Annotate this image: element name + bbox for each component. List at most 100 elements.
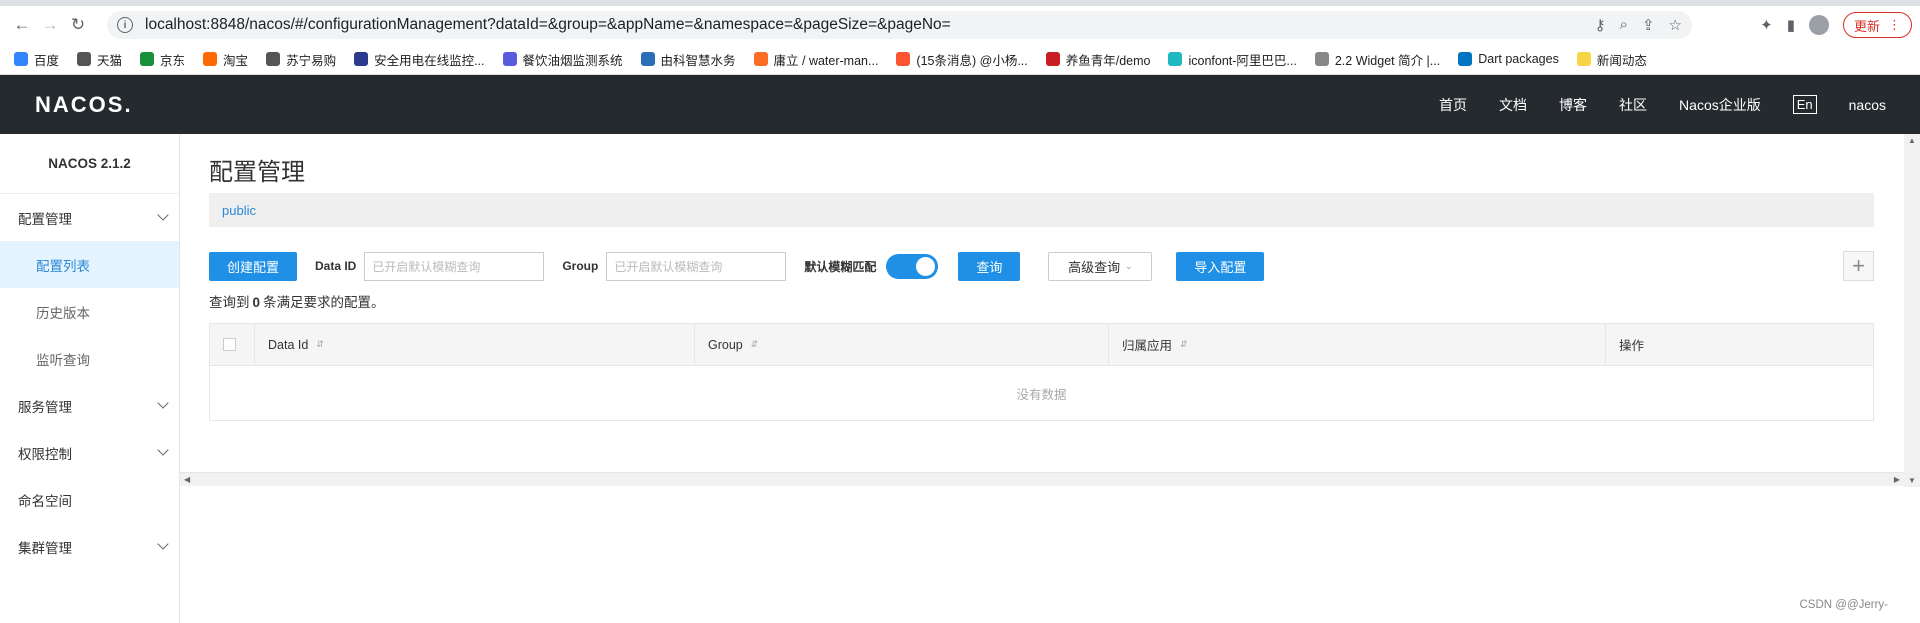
bookmark-label: Dart packages (1478, 52, 1559, 66)
result-suffix: 条满足要求的配置。 (263, 295, 385, 310)
sidebar: NACOS 2.1.2 配置管理 配置列表 历史版本 监听查询 服务管理 权限控… (0, 134, 180, 623)
bookmark-item[interactable]: 安全用电在线监控... (354, 50, 485, 69)
toggle-knob (916, 256, 936, 276)
sidebar-item-listener-query[interactable]: 监听查询 (0, 335, 179, 382)
sidebar-item-label: 集群管理 (18, 540, 72, 556)
bookmark-icon (77, 52, 92, 66)
profile-avatar[interactable] (1808, 15, 1829, 35)
update-button[interactable]: 更新 ⋮ (1842, 12, 1912, 38)
bookmark-label: 餐饮油烟监测系统 (522, 53, 623, 68)
import-config-button[interactable]: 导入配置 (1176, 251, 1265, 281)
address-bar[interactable]: i localhost:8848/nacos/#/configurationMa… (107, 11, 1692, 39)
create-config-button[interactable]: 创建配置 (209, 251, 297, 281)
bookmark-label: (15条消息) @小杨... (916, 53, 1028, 68)
bookmark-icon (1576, 52, 1591, 66)
bookmark-item[interactable]: 2.2 Widget 简介 |... (1314, 50, 1440, 69)
forward-icon[interactable]: → (36, 11, 64, 39)
back-icon[interactable]: ← (8, 11, 36, 39)
group-input[interactable]: 已开启默认模糊查询 (606, 251, 787, 281)
column-app[interactable]: 归属应用 ⇵ (1109, 323, 1606, 366)
bookmark-item[interactable]: 苏宁易购 (266, 50, 336, 69)
nav-community[interactable]: 社区 (1619, 95, 1647, 115)
bookmark-item[interactable]: 百度 (14, 50, 59, 69)
chevron-down-icon (157, 397, 169, 409)
plus-icon[interactable]: + (1843, 251, 1874, 281)
toolbar-right: ✦ ▮ 更新 ⋮ (1760, 12, 1912, 38)
sidebar-item-config-list[interactable]: 配置列表 (0, 241, 179, 288)
bookmark-label: 养鱼青年/demo (1065, 53, 1151, 68)
select-all-checkbox[interactable] (223, 338, 236, 351)
vertical-scrollbar[interactable]: ▲ ▼ (1904, 134, 1920, 487)
bookmark-item[interactable]: 餐饮油烟监测系统 (502, 50, 623, 69)
scroll-left-icon[interactable]: ◀ (184, 475, 190, 484)
bookmark-item[interactable]: 养鱼青年/demo (1045, 50, 1151, 69)
sidebar-version: NACOS 2.1.2 (0, 134, 179, 194)
fuzzy-match-toggle[interactable] (886, 253, 939, 279)
sidebar-item-label: 监听查询 (36, 352, 90, 368)
sidebar-item-service-management[interactable]: 服务管理 (0, 382, 179, 429)
sidebar-item-namespace[interactable]: 命名空间 (0, 476, 179, 523)
bookmark-item[interactable]: 由科智慧水务 (640, 50, 736, 69)
user-menu[interactable]: nacos (1849, 97, 1886, 113)
language-switch[interactable]: En (1792, 95, 1817, 114)
column-dataid[interactable]: Data Id ⇵ (255, 323, 695, 366)
bookmark-label: iconfont-阿里巴巴... (1188, 53, 1297, 68)
bookmark-item[interactable]: 天猫 (77, 50, 122, 69)
scroll-right-icon[interactable]: ▶ (1894, 475, 1900, 484)
sort-icon[interactable]: ⇵ (1180, 339, 1188, 350)
bookmark-item[interactable]: 京东 (140, 50, 185, 69)
nav-docs[interactable]: 文档 (1499, 95, 1527, 115)
bookmark-item[interactable]: 庸立 / water-man... (753, 50, 879, 69)
share-icon[interactable]: ⇪ (1642, 16, 1655, 34)
reload-icon[interactable]: ↻ (64, 11, 92, 39)
sidebar-item-cluster-management[interactable]: 集群管理 (0, 523, 179, 570)
dataid-input[interactable]: 已开启默认模糊查询 (364, 251, 545, 281)
sidebar-item-label: 配置列表 (36, 258, 90, 274)
sidebar-item-label: 历史版本 (36, 305, 90, 321)
watermark: CSDN @@Jerry- (1799, 599, 1888, 611)
bookmark-label: 由科智慧水务 (660, 53, 736, 68)
chevron-down-icon (157, 444, 169, 456)
sidebar-item-config-management[interactable]: 配置管理 (0, 194, 179, 241)
bookmark-item[interactable]: 新闻动态 (1576, 50, 1647, 69)
site-info-icon[interactable]: i (117, 17, 133, 33)
star-icon[interactable]: ☆ (1669, 16, 1682, 34)
namespace-public[interactable]: public (222, 203, 256, 218)
sort-icon[interactable]: ⇵ (316, 339, 324, 350)
bookmark-item[interactable]: iconfont-阿里巴巴... (1168, 50, 1297, 69)
nav-blog[interactable]: 博客 (1559, 95, 1587, 115)
scroll-down-icon[interactable]: ▼ (1908, 476, 1916, 485)
advanced-query-button[interactable]: 高级查询 ⌄ (1048, 251, 1153, 281)
dataid-label: Data ID (315, 259, 357, 273)
menu-icon: ⋮ (1888, 17, 1901, 32)
nacos-logo[interactable]: NACOS. (35, 92, 133, 118)
nav-home[interactable]: 首页 (1439, 95, 1467, 115)
key-icon[interactable]: ⚷ (1595, 16, 1606, 34)
namespace-bar: public (209, 193, 1874, 227)
nav-enterprise[interactable]: Nacos企业版 (1679, 95, 1761, 115)
column-group[interactable]: Group ⇵ (695, 323, 1109, 366)
sidebar-item-label: 配置管理 (18, 211, 72, 227)
sidebar-item-label: 命名空间 (18, 493, 72, 509)
side-panel-icon[interactable]: ▮ (1787, 16, 1795, 34)
select-all-cell (210, 323, 255, 366)
result-prefix: 查询到 (209, 295, 250, 310)
bookmark-item[interactable]: Dart packages (1458, 52, 1559, 66)
sort-icon[interactable]: ⇵ (751, 339, 759, 350)
horizontal-scrollbar[interactable]: ◀ ▶ (180, 472, 1904, 486)
omnibox-actions: ⚷ ⌕ ⇪ ☆ (1595, 16, 1682, 34)
bookmark-item[interactable]: (15条消息) @小杨... (896, 50, 1028, 69)
header-nav: 首页 文档 博客 社区 Nacos企业版 En nacos (1407, 95, 1886, 115)
bookmark-label: 庸立 / water-man... (773, 53, 879, 68)
bookmark-item[interactable]: 淘宝 (203, 50, 248, 69)
sidebar-item-history[interactable]: 历史版本 (0, 288, 179, 335)
sidebar-item-access-control[interactable]: 权限控制 (0, 429, 179, 476)
scroll-up-icon[interactable]: ▲ (1908, 136, 1916, 145)
zoom-icon[interactable]: ⌕ (1620, 16, 1628, 34)
query-button[interactable]: 查询 (958, 251, 1021, 281)
bookmark-label: 安全用电在线监控... (374, 53, 485, 68)
bookmark-icon (896, 52, 911, 66)
bookmark-icon (502, 52, 517, 66)
extensions-icon[interactable]: ✦ (1760, 16, 1773, 34)
bookmarks-bar: 百度 天猫 京东 淘宝 苏宁易购 安全用电在线监控... 餐饮油烟监测系统 由科智慧水务 庸立 … (0, 44, 1920, 74)
